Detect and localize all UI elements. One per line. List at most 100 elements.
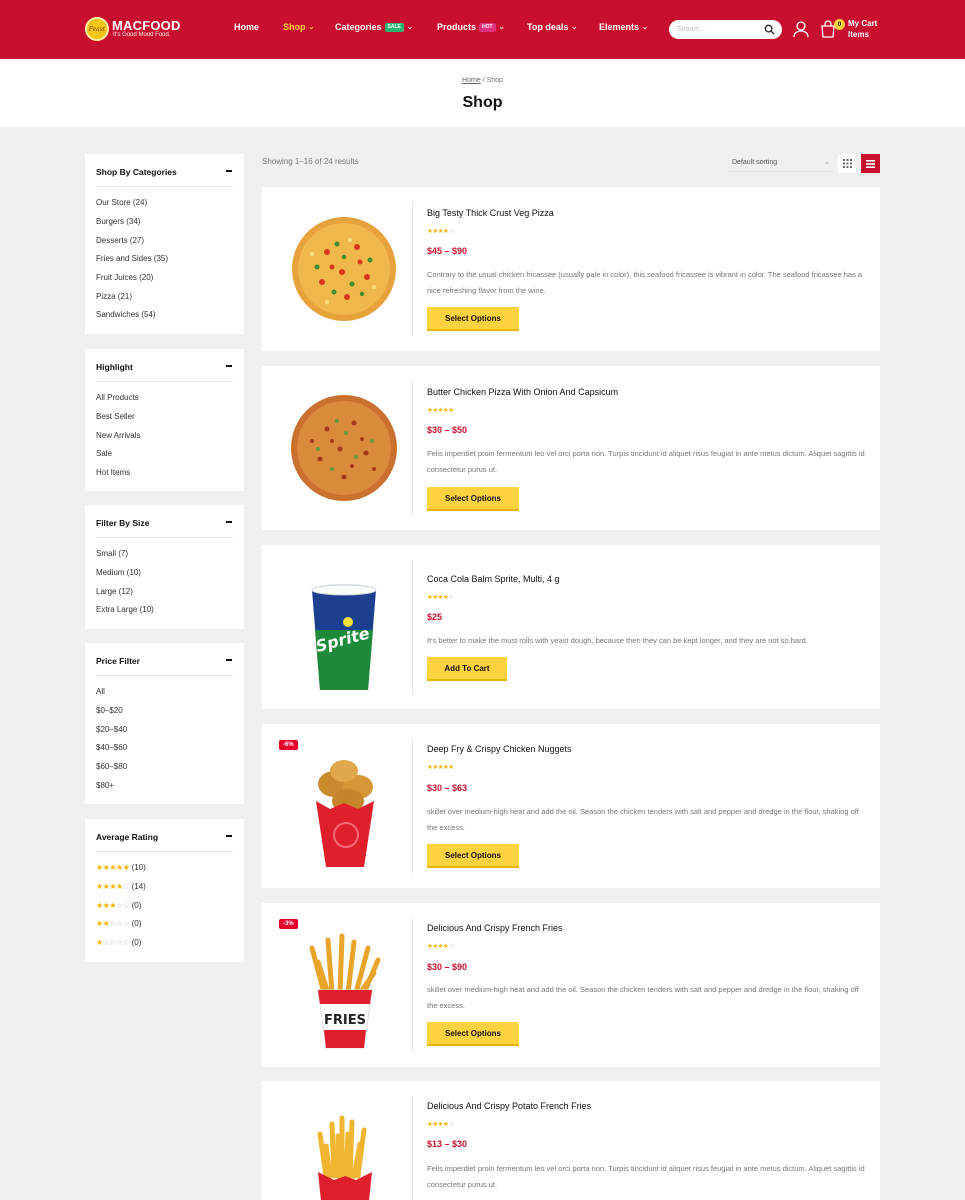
product-image-fries-bucket[interactable]: FRIES — [282, 918, 406, 1052]
nav-products[interactable]: Products HOT ⌄ — [437, 22, 504, 32]
cart-subtitle: Items — [848, 30, 869, 39]
product-rating: ★★★★☆ — [427, 942, 454, 950]
divider — [96, 186, 233, 187]
rating-filter-link[interactable]: ★★★☆☆ (0) — [96, 901, 141, 910]
nav-elements[interactable]: Elements ⌄ — [599, 22, 648, 32]
breadcrumb: Home / Shop — [0, 77, 965, 84]
product-rating: ★★★★☆ — [427, 1120, 454, 1128]
page-heading-band — [0, 59, 965, 127]
highlight-link[interactable]: Hot Items — [96, 468, 130, 477]
search-box — [669, 20, 782, 39]
select-options-button[interactable]: Select Options — [427, 307, 519, 331]
product-description: skillet over medium-high heat and add th… — [427, 807, 859, 832]
widget-average-rating: Average Rating ★★★★★ (10) ★★★★☆ (14) ★★★… — [85, 819, 244, 962]
site-header: Feast MACFOOD It's Good Mood Food. Home … — [0, 0, 965, 59]
chevron-down-icon: ⌄ — [308, 23, 315, 31]
product-name[interactable]: Butter Chicken Pizza With Onion And Caps… — [427, 387, 618, 397]
chevron-down-icon: ⌄ — [824, 159, 830, 166]
chevron-down-icon: ⌄ — [571, 23, 578, 31]
rating-filter-link[interactable]: ★★★★☆ (14) — [96, 882, 146, 891]
product-description: Felis imperdiet proin fermentum leo vel … — [427, 1164, 865, 1189]
widget-size-filter: Filter By Size Small (7) Medium (10) Lar… — [85, 505, 244, 629]
price-filter-link[interactable]: $80+ — [96, 781, 114, 790]
user-icon[interactable] — [792, 20, 810, 38]
select-options-button[interactable]: Select Options — [427, 487, 519, 511]
chevron-down-icon: ⌄ — [406, 23, 413, 31]
widget-categories: Shop By Categories Our Store (24) Burger… — [85, 154, 244, 334]
price-filter-link[interactable]: $20–$40 — [96, 725, 127, 734]
product-image-nuggets[interactable] — [282, 739, 406, 873]
nav-categories[interactable]: Categories SALE ⌄ — [335, 22, 413, 32]
rating-filter-link[interactable]: ★☆☆☆☆ (0) — [96, 938, 141, 947]
product-name[interactable]: Delicious And Crispy Potato French Fries — [427, 1101, 591, 1111]
sort-select[interactable]: Default sorting ⌄ — [728, 155, 833, 172]
search-icon[interactable] — [764, 24, 775, 35]
category-link[interactable]: Burgers (34) — [96, 217, 140, 226]
sale-badge: SALE — [384, 22, 404, 32]
product-name[interactable]: Big Testy Thick Crust Veg Pizza — [427, 208, 554, 218]
category-link[interactable]: Fries and Sides (35) — [96, 254, 168, 263]
product-description: Contrary to the usual chicken fricassee … — [427, 270, 863, 295]
star-rating-icon: ★★★★★ — [96, 863, 130, 872]
select-options-button[interactable]: Select Options — [427, 844, 519, 868]
price-filter-link[interactable]: All — [96, 687, 105, 696]
price-filter-link[interactable]: $40–$60 — [96, 743, 127, 752]
grid-view-button[interactable] — [838, 154, 856, 173]
widget-title: Filter By Size — [96, 518, 150, 528]
price-filter-link[interactable]: $0–$20 — [96, 706, 123, 715]
price-filter-link[interactable]: $60–$80 — [96, 762, 127, 771]
size-filter-link[interactable]: Extra Large (10) — [96, 605, 154, 614]
logo-name[interactable]: MACFOOD — [112, 18, 181, 33]
widget-title: Highlight — [96, 362, 133, 372]
category-link[interactable]: Fruit Juices (20) — [96, 273, 153, 282]
nav-top-deals[interactable]: Top deals ⌄ — [527, 22, 577, 32]
nav-shop[interactable]: Shop ⌄ — [283, 22, 314, 32]
rating-filter-link[interactable]: ★★☆☆☆ (0) — [96, 919, 141, 928]
collapse-minus-icon[interactable] — [226, 521, 232, 523]
logo-icon[interactable]: Feast — [85, 17, 109, 41]
product-image-sprite-cup[interactable]: Sprite — [282, 560, 406, 694]
widget-price-filter: Price Filter All $0–$20 $20–$40 $40–$60 … — [85, 643, 244, 804]
category-link[interactable]: Desserts (27) — [96, 236, 144, 245]
product-name[interactable]: Delicious And Crispy French Fries — [427, 923, 563, 933]
product-image-pizza[interactable] — [282, 202, 406, 336]
star-rating-icon: ★★★★☆ — [427, 594, 454, 601]
collapse-minus-icon[interactable] — [226, 365, 232, 367]
highlight-link[interactable]: Best Seller — [96, 412, 135, 421]
search-input[interactable] — [677, 23, 762, 36]
star-rating-icon: ★★★★☆ — [96, 882, 130, 891]
product-price: $30 – $90 — [427, 962, 468, 972]
list-view-button[interactable] — [861, 154, 880, 173]
highlight-link[interactable]: New Arrivals — [96, 431, 140, 440]
nav-label: Top deals — [527, 22, 569, 32]
product-image-fries-box[interactable] — [282, 1096, 406, 1200]
add-to-cart-button[interactable]: Add To Cart — [427, 657, 507, 681]
category-link[interactable]: Our Store (24) — [96, 198, 147, 207]
nav-home[interactable]: Home — [234, 22, 259, 32]
product-rating: ★★★★★ — [427, 406, 454, 414]
size-filter-link[interactable]: Medium (10) — [96, 568, 141, 577]
select-options-button[interactable]: Select Options — [427, 1022, 519, 1046]
product-rating: ★★★★☆ — [427, 227, 454, 235]
rating-filter-link[interactable]: ★★★★★ (10) — [96, 863, 146, 872]
product-image-pizza[interactable] — [282, 381, 406, 515]
product-card: -6% Deep Fry & Crispy Chicken Nuggets ★★… — [262, 724, 880, 888]
product-name[interactable]: Deep Fry & Crispy Chicken Nuggets — [427, 744, 572, 754]
size-filter-link[interactable]: Large (12) — [96, 587, 133, 596]
collapse-minus-icon[interactable] — [226, 835, 232, 837]
product-description: It's better to make the must rolls with … — [427, 636, 808, 645]
category-link[interactable]: Pizza (21) — [96, 292, 132, 301]
highlight-link[interactable]: Sale — [96, 449, 112, 458]
size-filter-link[interactable]: Small (7) — [96, 549, 128, 558]
star-rating-icon: ★★★★★ — [427, 764, 454, 771]
collapse-minus-icon[interactable] — [226, 659, 232, 661]
rating-count: (0) — [131, 919, 142, 928]
highlight-link[interactable]: All Products — [96, 393, 139, 402]
collapse-minus-icon[interactable] — [226, 170, 232, 172]
cart-count-badge: 0 — [834, 19, 845, 30]
divider — [412, 739, 413, 873]
category-link[interactable]: Sandwiches (54) — [96, 310, 156, 319]
cart-title[interactable]: My Cart — [848, 19, 877, 28]
breadcrumb-home-link[interactable]: Home — [462, 77, 481, 84]
product-name[interactable]: Coca Cola Balm Sprite, Multi, 4 g — [427, 574, 560, 584]
